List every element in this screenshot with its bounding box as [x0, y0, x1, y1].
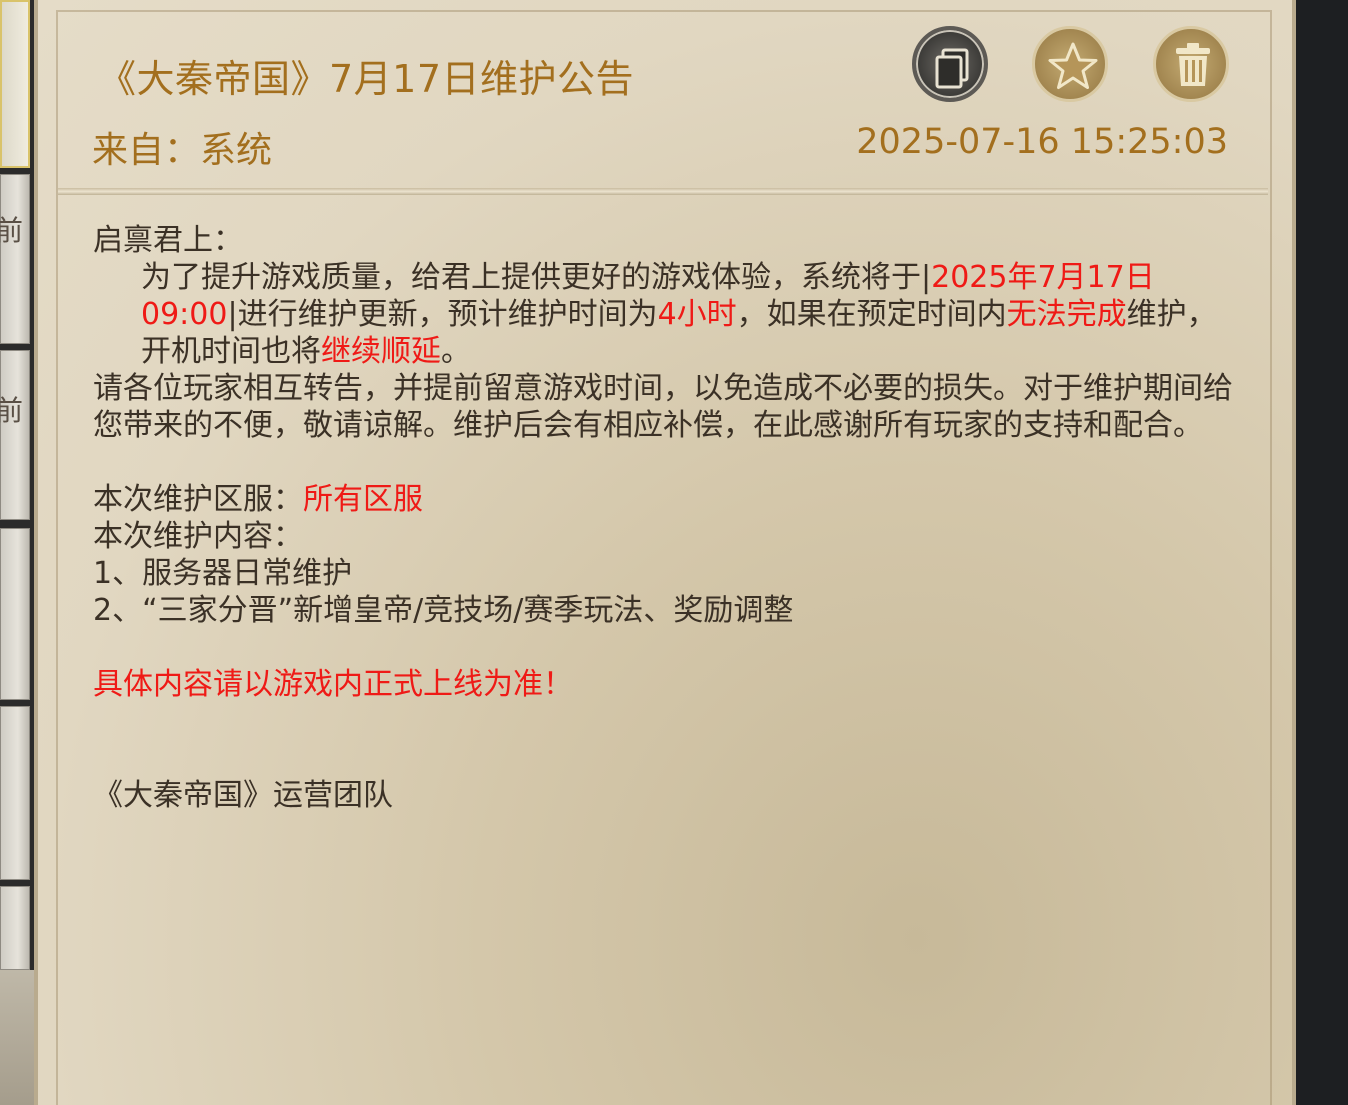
text-segment: 为了提升游戏质量，给君上提供更好的游戏体验，系统将于|: [141, 260, 932, 295]
mail-datetime: 2025-07-16 15:25:03: [856, 122, 1228, 162]
maintenance-item: 2、“三家分晋”新增皇帝/竞技场/赛季玩法、奖励调整: [93, 593, 794, 628]
mail-list-item[interactable]: [0, 886, 30, 970]
mail-paragraph-2: 请各位玩家相互转告，并提前留意游戏时间，以免造成不必要的损失。对于维护期间给您带…: [93, 371, 1233, 443]
mail-title: 《大秦帝国》7月17日维护公告: [98, 57, 635, 101]
highlight-postpone: 继续顺延: [321, 334, 441, 369]
mail-list-strip: 前 前: [0, 0, 34, 1105]
copy-icon: [935, 48, 969, 89]
mail-list-item[interactable]: 前: [0, 174, 30, 344]
maintenance-item: 1、服务器日常维护: [93, 556, 353, 591]
favorite-button[interactable]: [1032, 26, 1108, 102]
mail-list-item[interactable]: [0, 0, 30, 168]
mail-list-item-glyph: 前: [0, 394, 24, 427]
mail-sender: 来自：系统: [92, 130, 273, 171]
mail-signature: 《大秦帝国》运营团队: [93, 778, 393, 813]
mail-list-footer: [0, 970, 34, 1105]
highlight-cannot-finish: 无法完成: [1006, 297, 1127, 332]
mail-greeting: 启禀君上：: [93, 223, 243, 258]
mail-body: 启禀君上： 为了提升游戏质量，给君上提供更好的游戏体验，系统将于|2025年7月…: [93, 222, 1233, 814]
maintenance-zone-line: 本次维护区服：所有区服: [93, 481, 1233, 518]
zone-value: 所有区服: [303, 482, 423, 517]
highlight-duration: 4小时: [657, 297, 737, 332]
zone-label: 本次维护区服：: [93, 482, 303, 517]
delete-button[interactable]: [1153, 26, 1229, 102]
mail-list-item-glyph: 前: [0, 214, 24, 247]
mail-paragraph-1: 为了提升游戏质量，给君上提供更好的游戏体验，系统将于|2025年7月17日09:…: [93, 259, 1233, 370]
text-segment: ，如果在预定时间内: [736, 297, 1007, 332]
mail-list-item[interactable]: 前: [0, 350, 30, 520]
mail-list-item[interactable]: [0, 706, 30, 880]
mail-list-item[interactable]: [0, 528, 30, 700]
text-segment: 。: [441, 334, 471, 369]
copy-button[interactable]: [912, 26, 988, 102]
trash-icon: [1176, 43, 1210, 86]
background-edge: [1296, 0, 1348, 1105]
maintenance-content-label: 本次维护内容：: [93, 519, 303, 554]
text-segment: |进行维护更新，预计维护时间为: [227, 297, 658, 332]
star-icon: [1048, 42, 1098, 89]
mail-notice: 具体内容请以游戏内正式上线为准！: [93, 667, 573, 702]
header-divider: [58, 188, 1268, 195]
